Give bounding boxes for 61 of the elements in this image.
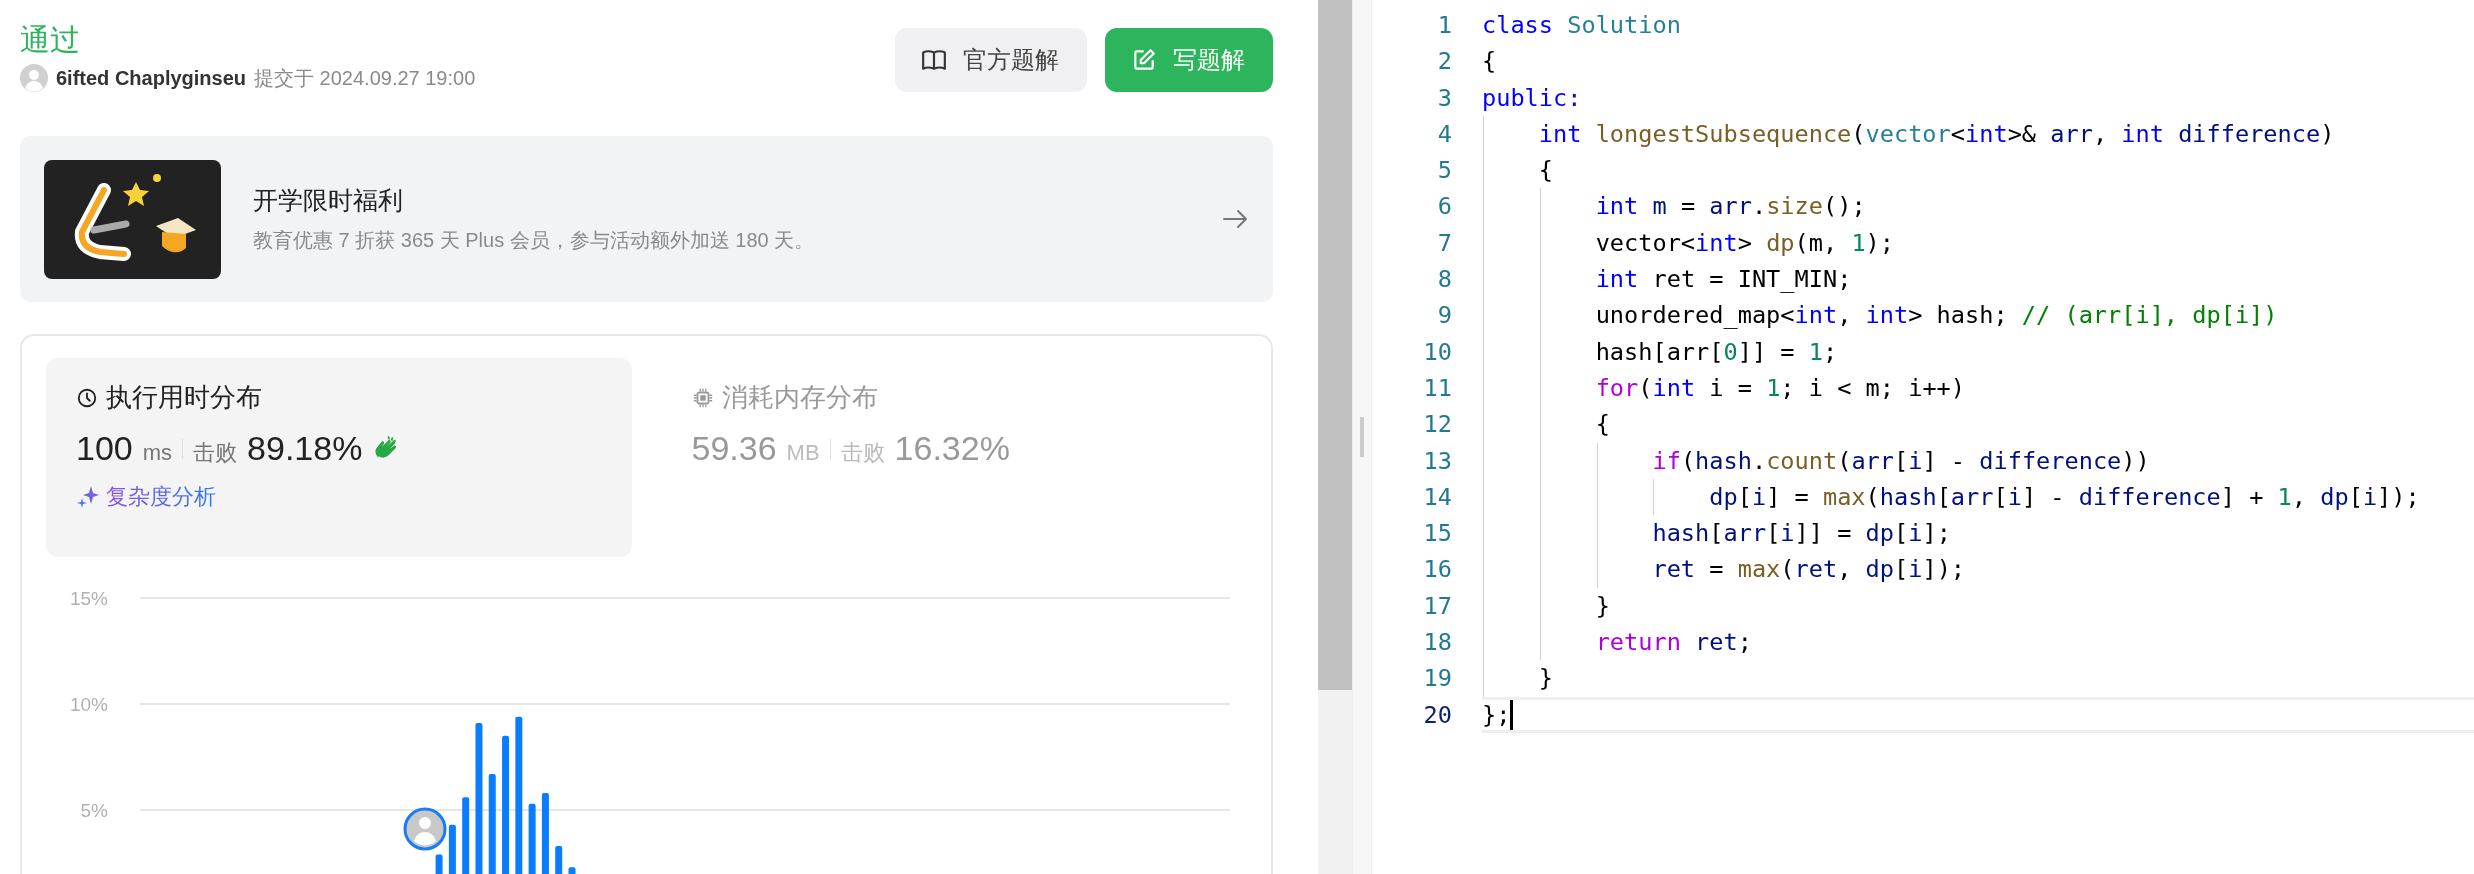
line-number: 17 <box>1422 590 1452 622</box>
text-cursor <box>1510 699 1514 730</box>
stat-unit: MB <box>786 440 820 466</box>
line-number: 13 <box>1422 445 1452 477</box>
stats-title: 消耗内存分布 <box>721 381 878 414</box>
line-number: 8 <box>1436 264 1452 296</box>
line-number: 18 <box>1422 627 1452 659</box>
histogram-bar <box>568 867 576 874</box>
beats-percent: 16.32% <box>894 429 1010 468</box>
line-number: 14 <box>1422 481 1452 513</box>
axis-label: 10% <box>69 694 108 715</box>
book-icon <box>921 47 947 73</box>
beats-percent: 89.18% <box>247 429 363 468</box>
axis-label: 15% <box>69 588 108 609</box>
histogram-bar <box>448 824 456 874</box>
line-number: 6 <box>1436 191 1452 223</box>
stat-value: 59.36 <box>691 429 777 468</box>
line-number: 4 <box>1436 118 1452 150</box>
scrollbar[interactable] <box>1318 0 1352 874</box>
code-line: { <box>1482 46 1497 78</box>
code-line: public: <box>1482 82 1582 114</box>
line-number: 11 <box>1422 372 1452 404</box>
line-number: 12 <box>1422 409 1452 441</box>
submit-time: 提交于 2024.09.27 19:00 <box>254 65 476 91</box>
histogram-bar <box>435 854 443 874</box>
stats-tab[interactable]: 执行用时分布 100 ms 击败 89.18% 复杂度分析 <box>46 358 632 557</box>
code-line: }; <box>1482 699 1511 730</box>
line-number: 9 <box>1436 300 1452 332</box>
user-position-marker <box>403 807 447 851</box>
line-number: 19 <box>1422 663 1452 695</box>
line-number: 5 <box>1436 155 1452 187</box>
line-number: 2 <box>1436 46 1452 78</box>
beats-label: 击败 <box>840 439 885 467</box>
promo-description: 教育优惠 7 折获 365 天 Plus 会员，参与活动额外加送 180 天。 <box>253 228 816 253</box>
edit-icon <box>1131 47 1157 73</box>
code-line: class Solution <box>1482 10 1681 41</box>
line-number: 20 <box>1422 699 1452 731</box>
line-number: 10 <box>1422 336 1452 368</box>
official-solution-button[interactable]: 官方题解 <box>895 28 1087 92</box>
line-number: 1 <box>1436 10 1452 41</box>
axis-label: 5% <box>80 800 108 821</box>
line-number: 16 <box>1422 554 1452 586</box>
promo-banner[interactable]: 开学限时福利 教育优惠 7 折获 365 天 Plus 会员，参与活动额外加送 180 天。 <box>20 136 1273 302</box>
line-number: 7 <box>1436 227 1452 259</box>
chip-icon <box>691 386 714 409</box>
histogram-bar <box>528 803 536 874</box>
histogram-bar <box>555 846 563 874</box>
status-text: 通过 <box>20 22 81 58</box>
avatar-icon <box>20 64 48 92</box>
sparkle-icon <box>76 485 100 509</box>
stat-value: 100 <box>76 429 133 468</box>
user-name[interactable]: 6ifted Chaplyginseu <box>56 66 247 90</box>
stats-title: 执行用时分布 <box>106 381 262 414</box>
promo-title: 开学限时福利 <box>253 185 404 216</box>
beats-label: 击败 <box>193 439 238 467</box>
line-number: 3 <box>1436 82 1452 114</box>
stat-unit: ms <box>142 440 173 466</box>
panel-resize-handle[interactable] <box>1352 0 1372 874</box>
line-number: 15 <box>1422 518 1452 550</box>
clock-icon <box>76 386 98 409</box>
complexity-analysis-link[interactable]: 复杂度分析 <box>76 482 602 512</box>
